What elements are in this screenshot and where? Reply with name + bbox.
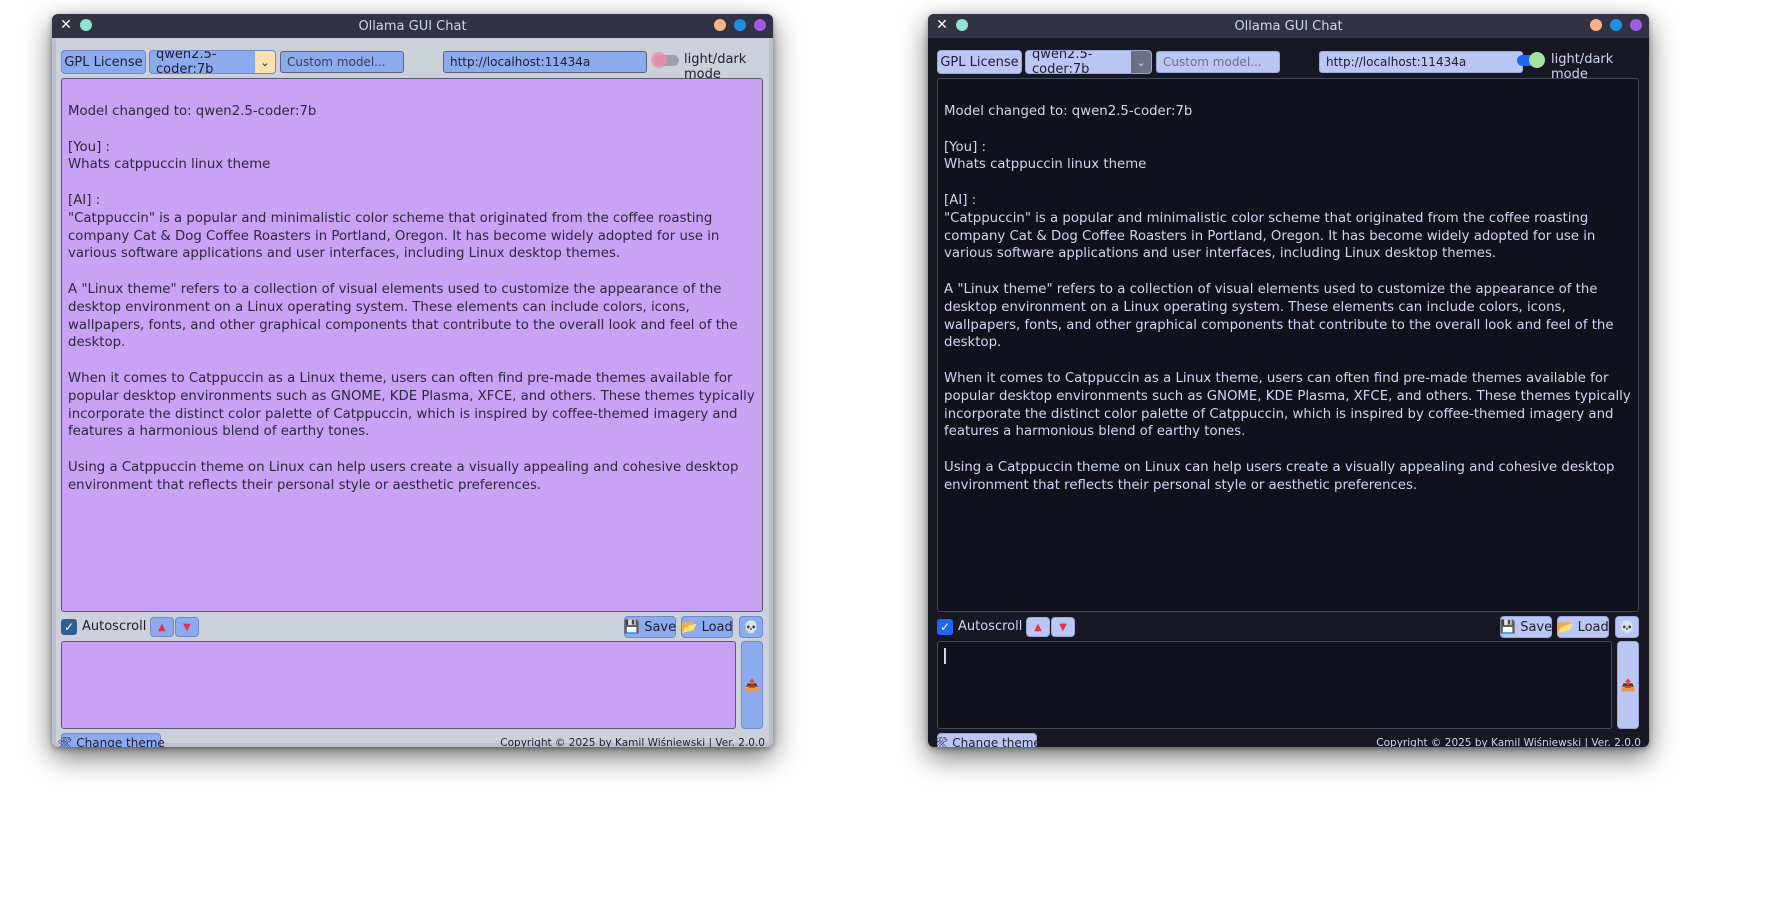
app-content: GPL License qwen2.5-coder:7b ⌄ Custom mo… [56, 38, 769, 747]
model-select[interactable]: qwen2.5-coder:7b ⌄ [149, 50, 276, 74]
server-url-input[interactable]: http://localhost:11434a [443, 51, 647, 73]
theme-mode-toggle[interactable] [651, 52, 679, 68]
chat-line: Model changed to: qwen2.5-coder:7b [944, 104, 1193, 119]
message-input[interactable] [937, 641, 1612, 729]
custom-model-input[interactable]: Custom model... [1156, 51, 1280, 73]
chat-line: A "Linux theme" refers to a collection o… [944, 281, 1614, 351]
chat-line: [You] : Whats catppuccin linux theme [68, 139, 271, 173]
close-icon[interactable]: ✕ [59, 18, 73, 32]
scroll-down-button[interactable]: ▼ [1051, 617, 1075, 637]
change-theme-button[interactable]: 🛠 Change theme [933, 733, 1041, 747]
load-button[interactable]: 📂 Load [1557, 616, 1609, 638]
window-title: Ollama GUI Chat [358, 18, 467, 34]
chevron-down-icon[interactable]: ⌄ [1131, 51, 1151, 73]
chat-line: A "Linux theme" refers to a collection o… [68, 281, 738, 351]
titlebar[interactable]: ✕ Ollama GUI Chat [928, 14, 1649, 38]
model-select-value: qwen2.5-coder:7b [1032, 50, 1093, 74]
scroll-up-button[interactable]: ▲ [150, 617, 174, 637]
chat-line: Using a Catppuccin theme on Linux can he… [68, 459, 739, 493]
chat-line: Using a Catppuccin theme on Linux can he… [944, 459, 1615, 493]
save-button[interactable]: 💾 Save [1500, 616, 1552, 638]
send-button[interactable]: 📤 [741, 641, 763, 729]
minimize-button[interactable] [714, 19, 726, 31]
toggle-knob [651, 52, 667, 68]
autoscroll-label: Autoscroll [82, 619, 147, 634]
autoscroll-checkbox[interactable]: ✓ [61, 619, 77, 635]
chevron-down-icon[interactable]: ⌄ [255, 51, 275, 73]
copyright-text: Copyright © 2025 by Kamil Wiśniewski | V… [1376, 737, 1641, 747]
chat-line: [AI] : "Catppuccin" is a popular and min… [68, 192, 720, 262]
minimize-button[interactable] [1590, 19, 1602, 31]
change-theme-button[interactable]: 🛠 Change theme [57, 733, 165, 747]
clear-chat-button[interactable]: 💀 [1615, 616, 1639, 638]
chat-line: [AI] : "Catppuccin" is a popular and min… [944, 192, 1596, 262]
copyright-text: Copyright © 2025 by Kamil Wiśniewski | V… [500, 737, 765, 747]
message-input[interactable] [61, 641, 736, 729]
model-select[interactable]: qwen2.5-coder:7b ⌄ [1025, 50, 1152, 74]
close-icon[interactable]: ✕ [935, 18, 949, 32]
model-select-value: qwen2.5-coder:7b [156, 50, 217, 74]
chat-line: When it comes to Catppuccin as a Linux t… [944, 370, 1631, 440]
footer: 🛠 Change theme Copyright © 2025 by Kamil… [932, 731, 1645, 747]
autoscroll-checkbox[interactable]: ✓ [937, 619, 953, 635]
maximize-button[interactable] [1610, 19, 1622, 31]
controls-row: ✓ Autoscroll ▲ ▼ 💾 Save 📂 Load 💀 [56, 613, 769, 641]
controls-row: ✓ Autoscroll ▲ ▼ 💾 Save 📂 Load 💀 [932, 613, 1645, 641]
toolbar: GPL License qwen2.5-coder:7b ⌄ Custom mo… [56, 38, 769, 82]
sticky-dot-icon[interactable] [956, 19, 968, 31]
gpl-license-button[interactable]: GPL License [61, 50, 146, 74]
scroll-up-button[interactable]: ▲ [1026, 617, 1050, 637]
custom-model-input[interactable]: Custom model... [280, 51, 404, 73]
close-button[interactable] [1630, 19, 1642, 31]
clear-chat-button[interactable]: 💀 [739, 616, 763, 638]
autoscroll-label: Autoscroll [958, 619, 1023, 634]
send-button[interactable]: 📤 [1617, 641, 1639, 729]
close-button[interactable] [754, 19, 766, 31]
toolbar: GPL License qwen2.5-coder:7b ⌄ Custom mo… [932, 38, 1645, 82]
chat-line: Model changed to: qwen2.5-coder:7b [68, 104, 317, 119]
load-button[interactable]: 📂 Load [681, 616, 733, 638]
chat-window-dark: ✕ Ollama GUI Chat GPL License qwen2.5-co… [928, 14, 1649, 747]
footer: 🛠 Change theme Copyright © 2025 by Kamil… [56, 731, 769, 747]
chat-line: When it comes to Catppuccin as a Linux t… [68, 370, 755, 440]
save-button[interactable]: 💾 Save [624, 616, 676, 638]
chat-history[interactable]: Model changed to: qwen2.5-coder:7b [You]… [61, 78, 763, 612]
toggle-knob [1529, 52, 1545, 68]
text-caret [944, 648, 946, 664]
titlebar[interactable]: ✕ Ollama GUI Chat [52, 14, 773, 38]
chat-line: [You] : Whats catppuccin linux theme [944, 139, 1147, 173]
window-title: Ollama GUI Chat [1234, 18, 1343, 34]
chat-window-light: ✕ Ollama GUI Chat GPL License qwen2.5-co… [52, 14, 773, 747]
scroll-down-button[interactable]: ▼ [175, 617, 199, 637]
gpl-license-button[interactable]: GPL License [937, 50, 1022, 74]
theme-mode-toggle[interactable] [1517, 52, 1545, 68]
chat-history[interactable]: Model changed to: qwen2.5-coder:7b [You]… [937, 78, 1639, 612]
sticky-dot-icon[interactable] [80, 19, 92, 31]
server-url-input[interactable]: http://localhost:11434a [1319, 51, 1523, 73]
app-content: GPL License qwen2.5-coder:7b ⌄ Custom mo… [932, 38, 1645, 747]
maximize-button[interactable] [734, 19, 746, 31]
